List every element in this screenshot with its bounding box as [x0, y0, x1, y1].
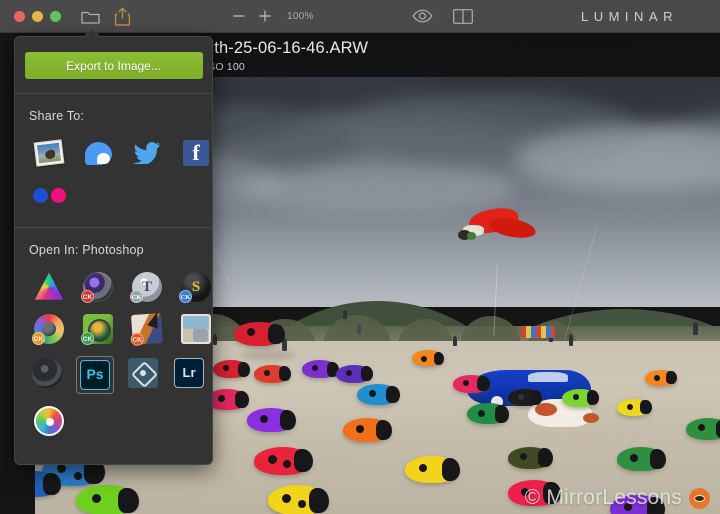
- open-in-row-1: CK T CK S CK: [15, 257, 212, 303]
- luminar-window: 100% LUMINAR uth-25-06-16-46.ARW ISO 100…: [0, 0, 720, 514]
- person: [213, 333, 218, 345]
- photoshop-app-icon[interactable]: Ps: [76, 356, 114, 394]
- ladybug-kite: [507, 388, 543, 406]
- ladybug-kite: [336, 364, 374, 383]
- ladybug-kite: [302, 360, 339, 379]
- aurora-hdr-app-icon[interactable]: [33, 271, 65, 303]
- open-in-label: Open In: Photoshop: [29, 243, 144, 257]
- sharpener-app-icon[interactable]: [180, 313, 212, 345]
- zoom-in-button[interactable]: [253, 4, 277, 28]
- silver-efex-app-icon[interactable]: S CK: [179, 271, 212, 303]
- flickr-share-icon[interactable]: [33, 179, 66, 211]
- car-windshield: [528, 372, 569, 383]
- ladybug-kite: [617, 398, 652, 416]
- open-in-row-2: CK CK CK: [15, 303, 212, 347]
- person: [692, 321, 698, 335]
- file-name-label: uth-25-06-16-46.ARW: [205, 39, 369, 57]
- view-controls: [410, 3, 476, 29]
- ladybug-kite: [267, 485, 330, 514]
- lens-app-icon[interactable]: [31, 357, 63, 389]
- ladybug-kite: [254, 364, 291, 383]
- red-kite: [458, 203, 540, 250]
- ladybug-kite: [466, 403, 510, 425]
- viveza-app-icon[interactable]: CK: [81, 313, 114, 345]
- ladybug-kite: [356, 384, 400, 406]
- cow-patch: [583, 412, 599, 423]
- hdr-efex-app-icon[interactable]: CK: [130, 312, 164, 347]
- zoom-controls: 100%: [227, 4, 314, 28]
- zoom-level-label: 100%: [287, 10, 314, 22]
- ladybug-kite: [247, 408, 297, 433]
- app-title: LUMINAR: [580, 8, 678, 24]
- ladybug-kite: [76, 485, 140, 514]
- share-popover: Export to Image... Share To: f Open In: …: [14, 36, 213, 465]
- watermark-text: © MirrorLessons: [524, 486, 682, 509]
- popover-arrow: [83, 28, 101, 37]
- capture-one-app-icon[interactable]: [127, 357, 159, 389]
- folder-icon[interactable]: [77, 3, 103, 29]
- ladybug-kite: [343, 417, 393, 442]
- person: [356, 324, 361, 334]
- photos-app-icon[interactable]: [33, 405, 65, 437]
- ladybug-kite: [452, 374, 490, 393]
- split-view-icon[interactable]: [450, 3, 476, 29]
- export-to-image-button[interactable]: Export to Image...: [24, 52, 203, 79]
- zoom-out-button[interactable]: [227, 4, 251, 28]
- eye-icon[interactable]: [410, 3, 436, 29]
- watermark: © MirrorLessons: [525, 486, 710, 510]
- ladybug-kite: [254, 446, 314, 475]
- ladybug-kite: [685, 417, 720, 440]
- windbreak: [521, 326, 556, 339]
- messages-share-icon[interactable]: [82, 137, 114, 169]
- twitter-share-icon[interactable]: [131, 137, 163, 169]
- share-icon-row-2: [15, 169, 212, 211]
- mirrorlessons-logo-icon: [689, 487, 710, 509]
- ladybug-kite: [233, 321, 285, 346]
- analog-efex-app-icon[interactable]: CK: [81, 271, 114, 303]
- person: [569, 333, 574, 346]
- share-export-icon[interactable]: [109, 3, 135, 29]
- traffic-light-group: [14, 10, 61, 22]
- ladybug-kite: [644, 369, 678, 386]
- file-metadata-label: ISO 100: [205, 61, 245, 73]
- ladybug-kite: [617, 446, 667, 471]
- facebook-share-icon[interactable]: f: [180, 137, 212, 169]
- mail-share-icon[interactable]: [33, 137, 65, 169]
- open-in-row-4: [15, 393, 212, 437]
- color-efex-app-icon[interactable]: CK: [32, 313, 65, 345]
- ladybug-kite: [213, 360, 250, 379]
- share-to-label: Share To:: [29, 109, 85, 123]
- ladybug-kite: [411, 350, 445, 367]
- ladybug-kite: [562, 388, 600, 407]
- ladybug-kite: [507, 446, 553, 469]
- minimize-window-button[interactable]: [32, 10, 43, 22]
- title-bar: 100% LUMINAR: [0, 0, 720, 33]
- dfine-app-icon[interactable]: T CK: [130, 271, 163, 303]
- person: [452, 336, 457, 347]
- ladybug-kite: [404, 456, 460, 484]
- lightroom-app-icon[interactable]: Lr: [173, 357, 205, 389]
- close-window-button[interactable]: [14, 10, 25, 22]
- share-icon-row: f: [15, 123, 212, 169]
- person: [343, 309, 348, 319]
- zoom-window-button[interactable]: [50, 10, 61, 22]
- ladybug-kite: [35, 470, 61, 497]
- open-in-row-3: Ps Lr: [15, 345, 212, 394]
